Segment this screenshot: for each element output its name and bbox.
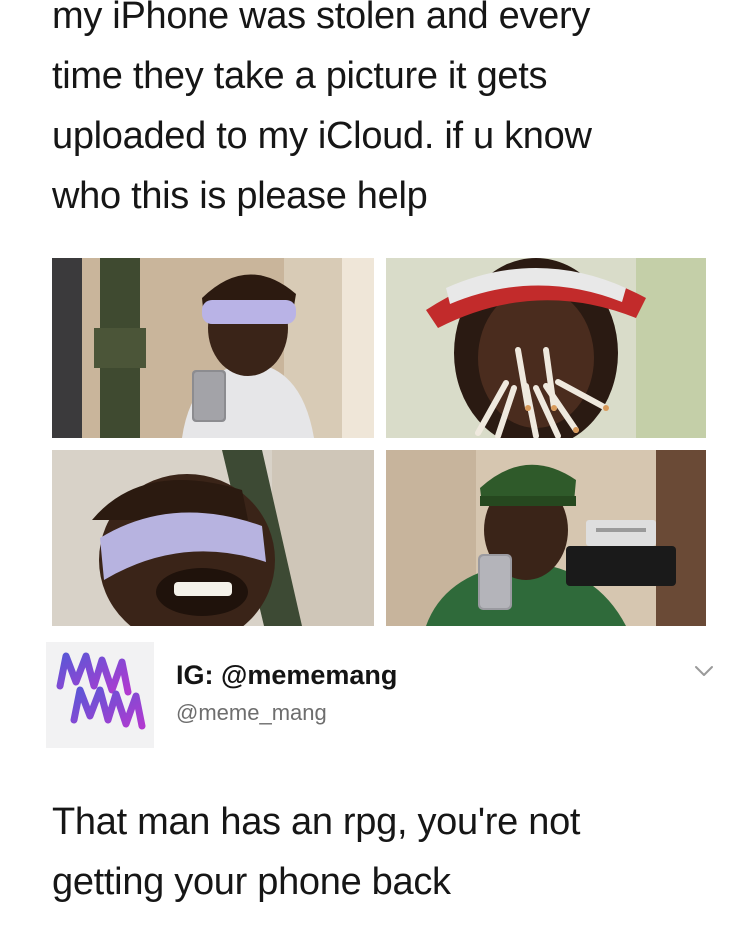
tweet-card: IG: @mememang @meme_mang xyxy=(46,640,716,750)
meme-mang-logo-icon xyxy=(46,642,154,748)
photo-headband-rpg-selfie[interactable] xyxy=(52,258,374,438)
caption-line: who this is please help xyxy=(52,175,428,217)
tweet-text-line: That man has an rpg, you're not xyxy=(52,801,581,843)
post-caption: my iPhone was stolen and every time they… xyxy=(52,0,712,226)
photo-laughing-headband-image xyxy=(52,450,374,626)
display-name[interactable]: IG: @mememang xyxy=(176,660,397,691)
photo-green-cap-console[interactable] xyxy=(386,450,706,626)
photo-green-cap-console-image xyxy=(386,450,706,626)
tweet-text: That man has an rpg, you're not getting … xyxy=(52,792,712,912)
avatar[interactable] xyxy=(46,642,154,748)
photo-red-cap-cigarettes[interactable] xyxy=(386,258,706,438)
caption-line: uploaded to my iCloud. if u know xyxy=(52,115,592,157)
photo-grid xyxy=(52,258,706,628)
caption-line: time they take a picture it gets xyxy=(52,55,548,97)
photo-laughing-headband[interactable] xyxy=(52,450,374,626)
handle[interactable]: @meme_mang xyxy=(176,700,327,726)
tweet-text-line: getting your phone back xyxy=(52,861,451,903)
photo-red-cap-cigarettes-image xyxy=(386,258,706,438)
chevron-down-icon[interactable] xyxy=(694,664,714,678)
photo-headband-rpg-selfie-image xyxy=(52,258,374,438)
caption-line: my iPhone was stolen and every xyxy=(52,0,591,37)
